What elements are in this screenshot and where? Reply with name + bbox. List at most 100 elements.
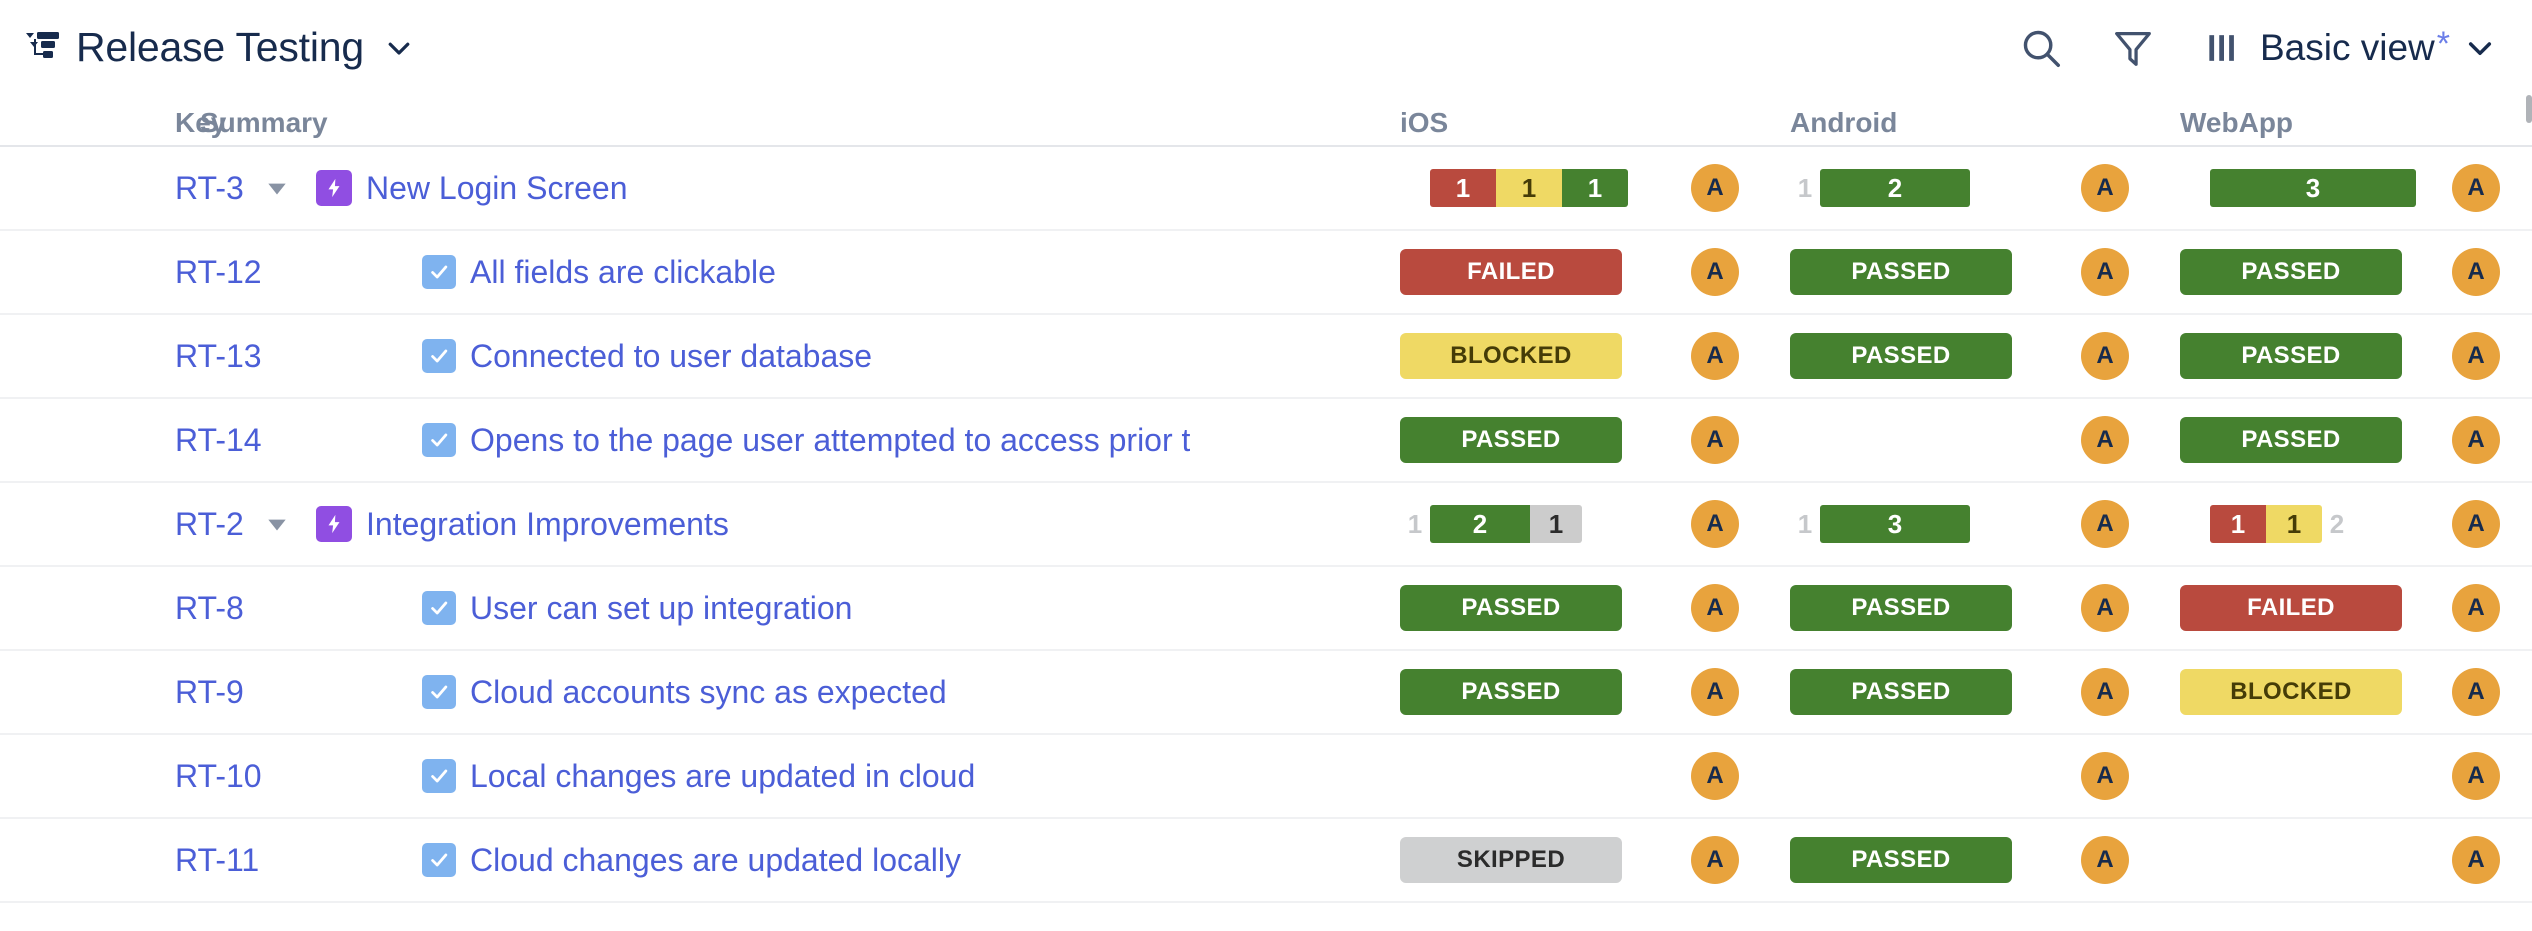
android-pre-count: 1 (1797, 508, 1813, 539)
avatar[interactable]: A (2452, 248, 2500, 296)
webapp-cell: PASSED (2180, 417, 2420, 463)
title-chevron-down-icon[interactable] (384, 33, 414, 63)
webapp-status-badge[interactable]: PASSED (2180, 417, 2402, 463)
ios-status-badge[interactable]: PASSED (1400, 585, 1622, 631)
avatar[interactable]: A (2081, 332, 2129, 380)
avatar[interactable]: A (2452, 668, 2500, 716)
column-header-key[interactable]: Key (0, 107, 226, 139)
android-progress[interactable]: 13 (1790, 501, 2026, 547)
avatar[interactable]: A (1691, 584, 1739, 632)
android-status-badge[interactable]: PASSED (1790, 669, 2012, 715)
avatar[interactable]: A (2081, 752, 2129, 800)
ios-status-badge[interactable]: PASSED (1400, 669, 1622, 715)
issue-summary-link[interactable]: User can set up integration (470, 590, 852, 627)
ios-progress[interactable]: 111 (1400, 165, 1636, 211)
column-header-summary[interactable]: Summary (200, 107, 1400, 139)
issue-summary-link[interactable]: Cloud accounts sync as expected (470, 674, 947, 711)
webapp-status-badge[interactable]: PASSED (2180, 249, 2402, 295)
avatar[interactable]: A (1691, 164, 1739, 212)
issue-summary-link[interactable]: Cloud changes are updated locally (470, 842, 961, 879)
avatar[interactable]: A (2452, 164, 2500, 212)
android-status-badge[interactable]: PASSED (1790, 837, 2012, 883)
filter-icon[interactable] (2110, 25, 2156, 71)
ios-status-badge[interactable]: PASSED (1400, 417, 1622, 463)
rows-container: RT-3 New Login Screen 1 1 1 A 1 2 A 3 A RT-12 All fi… (0, 147, 2532, 903)
row-summary-cell: User can set up integration (200, 590, 1400, 627)
view-chevron-down-icon[interactable] (2464, 32, 2496, 64)
avatar[interactable]: A (2081, 248, 2129, 296)
horizontal-scrollbar-handle[interactable] (2526, 95, 2532, 123)
avatar[interactable]: A (1691, 416, 1739, 464)
webapp-progress[interactable]: 112 (2180, 501, 2416, 547)
issue-summary-link[interactable]: Opens to the page user attempted to acce… (470, 422, 1190, 459)
android-cell: PASSED (1790, 669, 2030, 715)
issue-summary-link[interactable]: Integration Improvements (366, 506, 729, 543)
search-icon[interactable] (2018, 25, 2064, 71)
avatar[interactable]: A (1691, 332, 1739, 380)
table-row[interactable]: RT-2 Integration Improvements 1 2 1 A 1 3 A 1 1 2 A (0, 483, 2532, 567)
table-row[interactable]: RT-12 All fields are clickable FAILED A PASS… (0, 231, 2532, 315)
webapp-cell: 3 (2180, 165, 2420, 211)
avatar[interactable]: A (1691, 500, 1739, 548)
ios-status-badge[interactable]: FAILED (1400, 249, 1622, 295)
table-row[interactable]: RT-10 Local changes are updated in cloud A… (0, 735, 2532, 819)
issue-summary-link[interactable]: All fields are clickable (470, 254, 776, 291)
webapp-assignee-cell: A (2420, 248, 2532, 296)
android-assignee-cell: A (2030, 416, 2180, 464)
column-header-ios[interactable]: iOS (1400, 107, 1640, 139)
webapp-progress-segment: 1 (2266, 505, 2322, 543)
row-key-cell: RT-13 (0, 338, 262, 375)
table-row[interactable]: RT-8 User can set up integration PASSED A PA… (0, 567, 2532, 651)
view-selector[interactable]: Basic view * (2202, 26, 2496, 70)
row-expander-toggle[interactable] (260, 171, 294, 205)
avatar[interactable]: A (1691, 836, 1739, 884)
issue-summary-link[interactable]: Connected to user database (470, 338, 872, 375)
row-expander-toggle[interactable] (260, 507, 294, 541)
webapp-status-badge[interactable]: FAILED (2180, 585, 2402, 631)
row-summary-cell: Cloud changes are updated locally (200, 842, 1400, 879)
avatar[interactable]: A (2081, 668, 2129, 716)
android-pre-count: 1 (1797, 172, 1813, 203)
webapp-cell: PASSED (2180, 249, 2420, 295)
android-status-badge[interactable]: PASSED (1790, 249, 2012, 295)
table-row[interactable]: RT-13 Connected to user database BLOCKED A P… (0, 315, 2532, 399)
webapp-progress[interactable]: 3 (2180, 165, 2416, 211)
android-status-badge[interactable]: PASSED (1790, 585, 2012, 631)
avatar[interactable]: A (2081, 500, 2129, 548)
ios-empty-cell (1400, 753, 1622, 799)
avatar[interactable]: A (1691, 248, 1739, 296)
webapp-cell: FAILED (2180, 585, 2420, 631)
table-row[interactable]: RT-11 Cloud changes are updated locally SK… (0, 819, 2532, 903)
avatar[interactable]: A (2081, 584, 2129, 632)
avatar[interactable]: A (1691, 668, 1739, 716)
android-status-badge[interactable]: PASSED (1790, 333, 2012, 379)
ios-status-badge[interactable]: SKIPPED (1400, 837, 1622, 883)
avatar[interactable]: A (2081, 836, 2129, 884)
avatar[interactable]: A (2452, 500, 2500, 548)
avatar[interactable]: A (2452, 836, 2500, 884)
android-progress[interactable]: 12 (1790, 165, 2026, 211)
table-row[interactable]: RT-9 Cloud accounts sync as expected PASSE… (0, 651, 2532, 735)
table-row[interactable]: RT-3 New Login Screen 1 1 1 A 1 2 A 3 A (0, 147, 2532, 231)
webapp-status-badge[interactable]: BLOCKED (2180, 669, 2402, 715)
avatar[interactable]: A (2452, 416, 2500, 464)
ios-assignee-cell: A (1640, 584, 1790, 632)
ios-progress[interactable]: 121 (1400, 501, 1636, 547)
row-summary-cell: Cloud accounts sync as expected (200, 674, 1400, 711)
android-assignee-cell: A (2030, 668, 2180, 716)
avatar[interactable]: A (1691, 752, 1739, 800)
avatar[interactable]: A (2452, 752, 2500, 800)
column-header-android[interactable]: Android (1790, 107, 2030, 139)
row-key-cell: RT-10 (0, 758, 262, 795)
issue-summary-link[interactable]: New Login Screen (366, 170, 627, 207)
avatar[interactable]: A (2081, 416, 2129, 464)
avatar[interactable]: A (2452, 584, 2500, 632)
avatar[interactable]: A (2081, 164, 2129, 212)
row-summary-cell: Opens to the page user attempted to acce… (200, 422, 1400, 459)
issue-summary-link[interactable]: Local changes are updated in cloud (470, 758, 975, 795)
table-row[interactable]: RT-14 Opens to the page user attempted to… (0, 399, 2532, 483)
column-header-webapp[interactable]: WebApp (2180, 107, 2420, 139)
webapp-status-badge[interactable]: PASSED (2180, 333, 2402, 379)
ios-status-badge[interactable]: BLOCKED (1400, 333, 1622, 379)
avatar[interactable]: A (2452, 332, 2500, 380)
